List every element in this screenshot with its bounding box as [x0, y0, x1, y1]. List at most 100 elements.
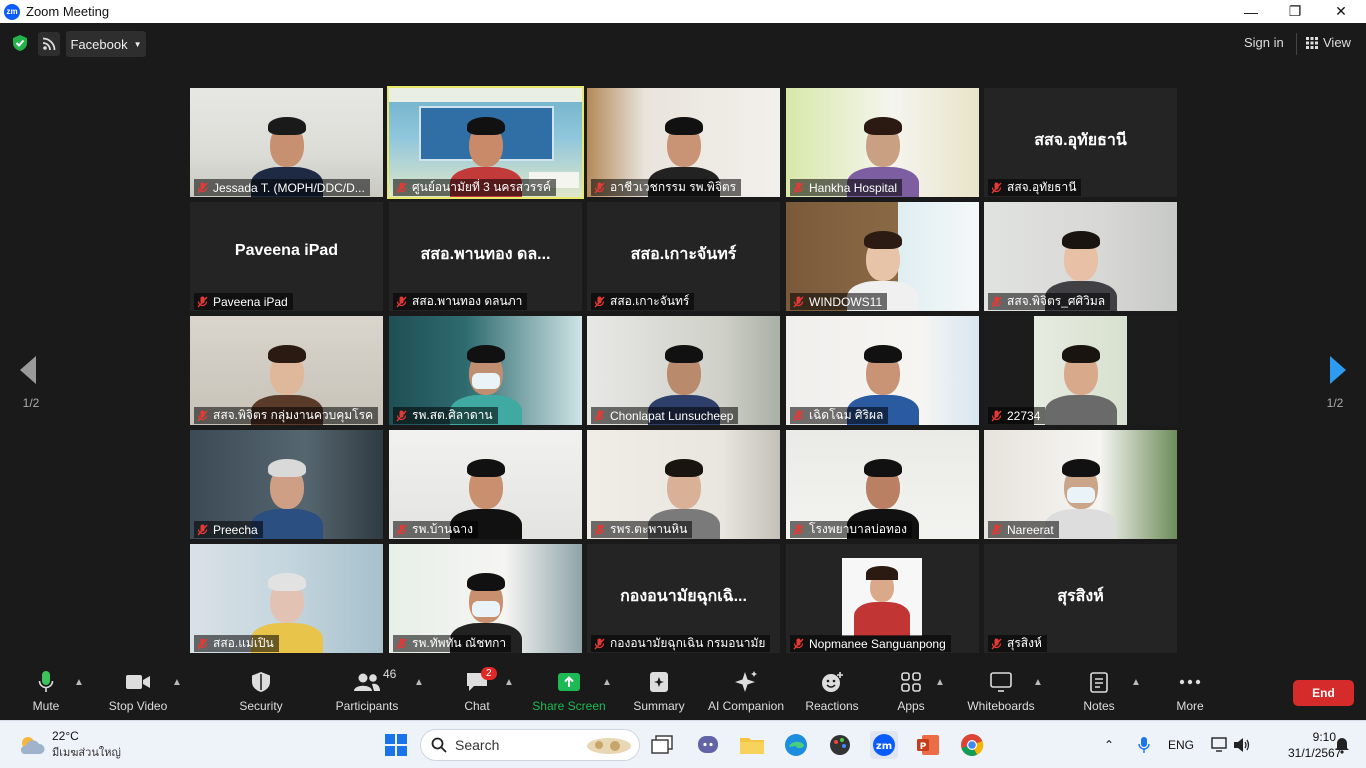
participant-name-label: Chonlapat Lunsucheep	[591, 407, 739, 424]
participant-name-label: ศูนย์อนามัยที่ 3 นครสวรรค์	[393, 179, 556, 196]
participant-tile[interactable]: 22734	[984, 316, 1177, 425]
next-page-button[interactable]: 1/2	[1320, 354, 1350, 414]
participant-tile[interactable]: ศูนย์อนามัยที่ 3 นครสวรรค์	[387, 86, 584, 199]
participant-tile[interactable]: Nopmanee Sanguanpong	[786, 544, 979, 653]
audio-options-caret-icon[interactable]: ▲	[74, 677, 84, 688]
ai-companion-button[interactable]: AI Companion	[704, 669, 788, 717]
participant-tile[interactable]: Hankha Hospital	[786, 88, 979, 197]
participant-tile[interactable]: Chonlapat Lunsucheep	[587, 316, 780, 425]
security-button[interactable]: Security	[236, 669, 286, 717]
participant-tile[interactable]: สสจ.อุทัยธานี สสจ.อุทัยธานี	[984, 88, 1177, 197]
notification-bell-icon[interactable]	[1328, 731, 1356, 759]
muted-microphone-icon	[594, 296, 605, 307]
participant-tile[interactable]: สสอ.เกาะจันทร์ สสอ.เกาะจันทร์	[587, 202, 780, 311]
participant-tile[interactable]: รพ.สต.ศิลาดาน	[389, 316, 582, 425]
tray-microphone-icon[interactable]	[1130, 731, 1158, 759]
reactions-button[interactable]: Reactions	[804, 669, 860, 717]
weather-widget[interactable]: 22°C มีเมฆส่วนใหญ่	[18, 729, 121, 761]
apps-icon	[901, 672, 921, 692]
notes-button[interactable]: Notes	[1080, 669, 1118, 717]
taskbar-search[interactable]: Search	[420, 729, 640, 761]
svg-text:P: P	[920, 742, 927, 752]
summary-button[interactable]: Summary	[630, 669, 688, 717]
participant-name: WINDOWS11	[809, 294, 883, 309]
participants-options-caret-icon[interactable]: ▲	[414, 677, 424, 688]
stop-video-button[interactable]: Stop Video	[104, 669, 172, 717]
chrome-browser-button[interactable]	[958, 731, 986, 759]
volume-icon[interactable]	[1228, 731, 1256, 759]
participant-tile[interactable]: รพร.ตะพานหิน	[587, 430, 780, 539]
task-view-button[interactable]	[648, 731, 676, 759]
file-explorer-button[interactable]	[738, 731, 766, 759]
participant-name-label: รพร.ตะพานหิน	[591, 521, 693, 538]
participant-tile[interactable]: รพ.บ้านฉาง	[389, 430, 582, 539]
participant-tile[interactable]: สุรสิงห์ สุรสิงห์	[984, 544, 1177, 653]
muted-microphone-icon	[197, 182, 208, 193]
participant-tile[interactable]: สสอ.แม่เปิน	[190, 544, 383, 653]
participant-name-label: กองอนามัยฉุกเฉิน กรมอนามัย	[591, 635, 771, 652]
participant-tile[interactable]: สสจ.พิจิตร_ศศิวิมล	[984, 202, 1177, 311]
muted-microphone-icon	[793, 410, 804, 421]
participant-tile[interactable]: WINDOWS11	[786, 202, 979, 311]
end-meeting-button[interactable]: End	[1293, 680, 1354, 706]
participant-name-label: Paveena iPad	[194, 293, 293, 310]
whiteboards-button[interactable]: Whiteboards	[964, 669, 1038, 717]
muted-microphone-icon	[594, 638, 605, 649]
share-screen-button[interactable]: Share Screen	[532, 669, 606, 717]
notes-options-caret-icon[interactable]: ▲	[1131, 677, 1141, 688]
muted-microphone-icon	[396, 638, 407, 649]
participant-tile[interactable]: สสจ.พิจิตร กลุ่มงานควบคุมโรค	[190, 316, 383, 425]
mute-button[interactable]: Mute	[28, 669, 64, 717]
maximize-button[interactable]: ❐	[1272, 0, 1318, 23]
share-options-caret-icon[interactable]: ▲	[602, 677, 612, 688]
more-button[interactable]: More	[1172, 669, 1208, 717]
encryption-shield-icon[interactable]	[10, 32, 30, 54]
participant-tile[interactable]: สสอ.พานทอง ดล... สสอ.พานทอง ดลนภา	[389, 202, 582, 311]
participant-name-label: สสจ.พิจิตร กลุ่มงานควบคุมโรค	[194, 407, 378, 424]
minimize-button[interactable]: —	[1228, 0, 1274, 23]
participant-tile[interactable]: Preecha	[190, 430, 383, 539]
paint-app-button[interactable]	[826, 731, 854, 759]
participant-name: สุรสิงห์	[1007, 636, 1042, 650]
share-screen-label: Share Screen	[532, 699, 606, 713]
video-options-caret-icon[interactable]: ▲	[172, 677, 182, 688]
sign-in-link[interactable]: Sign in	[1244, 35, 1284, 50]
teams-app-button[interactable]	[694, 731, 722, 759]
muted-microphone-icon	[793, 638, 804, 649]
apps-button[interactable]: Apps	[894, 669, 928, 717]
zoom-app-button[interactable]: zm	[870, 731, 898, 759]
participant-tile[interactable]: อาชีวเวชกรรม รพ.พิจิตร	[587, 88, 780, 197]
live-stream-icon[interactable]	[38, 32, 60, 56]
close-button[interactable]: ✕	[1318, 0, 1364, 23]
zoom-app-icon: zm	[873, 734, 895, 756]
participant-tile[interactable]: Nareerat	[984, 430, 1177, 539]
participant-tile[interactable]: Jessada T. (MOPH/DDC/D...	[190, 88, 383, 197]
participant-name-label: Hankha Hospital	[790, 179, 903, 196]
input-language[interactable]: ENG	[1168, 738, 1194, 752]
notes-icon	[1090, 672, 1108, 693]
chat-options-caret-icon[interactable]: ▲	[504, 677, 514, 688]
participant-tile[interactable]: รพ.ทัพทัน ณัชทกา	[389, 544, 582, 653]
participant-display-name: สสอ.เกาะจันทร์	[630, 246, 737, 263]
participant-name: อาชีวเวชกรรม รพ.พิจิตร	[610, 180, 737, 194]
previous-page-button[interactable]: 1/2	[16, 354, 46, 414]
participant-tile[interactable]: โรงพยาบาลบ่อทอง	[786, 430, 979, 539]
window-title: Zoom Meeting	[26, 4, 110, 19]
participant-tile[interactable]: กองอนามัยฉุกเฉิ... กองอนามัยฉุกเฉิน กรมอน…	[587, 544, 780, 653]
view-button[interactable]: View	[1306, 35, 1351, 50]
participant-display-name: สุรสิงห์	[1057, 588, 1104, 605]
whiteboards-options-caret-icon[interactable]: ▲	[1033, 677, 1043, 688]
participants-label: Participants	[335, 699, 399, 713]
live-stream-facebook-dropdown[interactable]: Facebook ▼	[66, 31, 146, 57]
edge-browser-button[interactable]	[782, 731, 810, 759]
start-button[interactable]	[382, 731, 410, 759]
participant-tile[interactable]: เฉิดโฉม ศิริผล	[786, 316, 979, 425]
participant-tile[interactable]: Paveena iPad Paveena iPad	[190, 202, 383, 311]
ai-companion-label: AI Companion	[707, 699, 785, 713]
participant-name-label: รพ.บ้านฉาง	[393, 521, 479, 538]
show-hidden-icons-chevron-icon[interactable]: ⌃	[1104, 738, 1114, 752]
powerpoint-button[interactable]: P	[914, 731, 942, 759]
apps-options-caret-icon[interactable]: ▲	[935, 677, 945, 688]
chat-button[interactable]: 2 Chat	[462, 667, 497, 717]
reactions-label: Reactions	[805, 699, 859, 713]
